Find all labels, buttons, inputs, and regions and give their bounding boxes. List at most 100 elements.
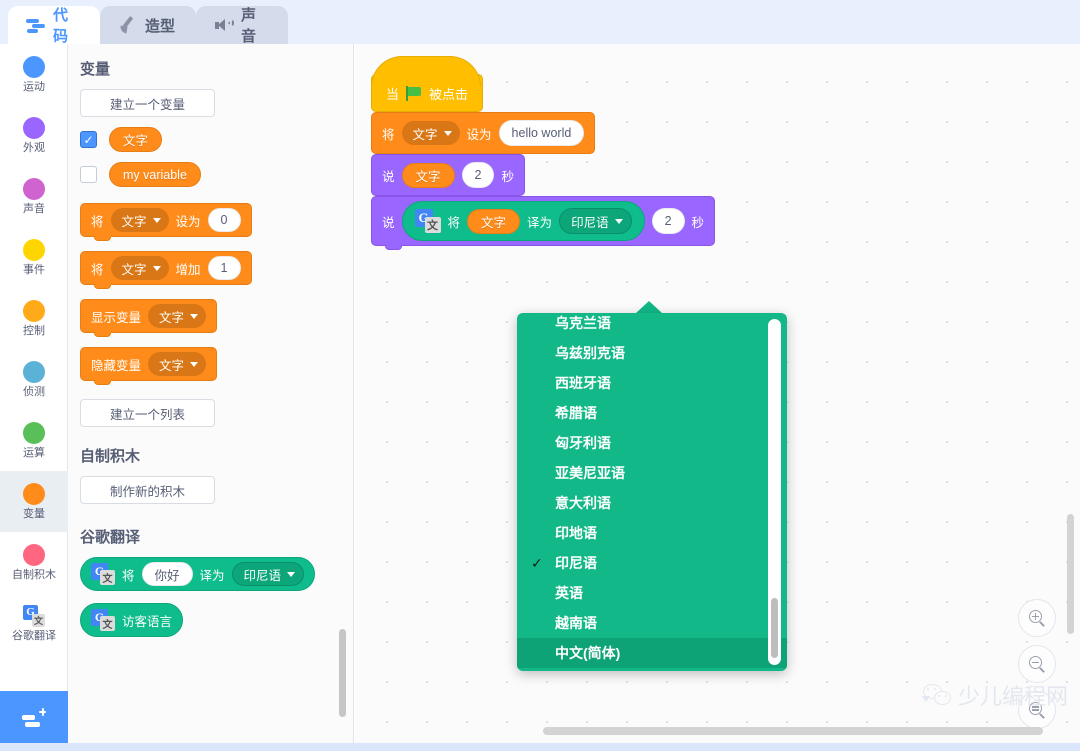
language-menu-item-label: 越南语 [555, 615, 597, 631]
category-operators[interactable]: 运算 [0, 410, 68, 471]
script-block-say-translate-for-seconds[interactable]: 说 G 文 将 文字 译为 印尼语 2 秒 [371, 196, 716, 250]
translate-text-input[interactable]: 你好 [141, 562, 193, 586]
language-menu-item[interactable]: 乌克兰语 [517, 313, 787, 338]
language-dropdown-menu[interactable]: 乌克兰语 乌兹别克语 西班牙语 希腊语 匈牙利语 亚美尼亚语 意大利语 印地语 … [517, 313, 787, 671]
workspace-vertical-scrollbar[interactable] [1067, 514, 1074, 634]
palette-scrollbar[interactable] [339, 629, 346, 717]
category-control[interactable]: 控制 [0, 288, 68, 349]
category-motion[interactable]: 运动 [0, 44, 68, 105]
language-menu-scroll-thumb[interactable] [771, 598, 778, 658]
category-variables[interactable]: 变量 [0, 471, 68, 532]
language-menu-item[interactable]: 乌兹别克语 [517, 338, 787, 368]
palette-block-viewer-language[interactable]: G 文 访客语言 [80, 603, 184, 637]
category-sidebar: 运动 外观 声音 事件 控制 侦测 运算 变量 自制积木 G 文 谷歌翻译 [0, 44, 68, 751]
script-block-set-variable[interactable]: 将 文字 设为 hello world [371, 112, 596, 154]
make-variable-button[interactable]: 建立一个变量 [80, 89, 215, 117]
show-variable-dropdown[interactable]: 文字 [148, 304, 207, 328]
viewer-language-label: 访客语言 [122, 614, 173, 629]
code-workspace[interactable]: 当 被点击 将 文字 设为 hello world 说 文字 2 秒 说 G 文… [355, 44, 1080, 751]
add-extension-button[interactable] [0, 691, 68, 751]
language-menu-item[interactable]: 印地语 [517, 518, 787, 548]
palette-block-translate[interactable]: G 文 将 你好 译为 印尼语 [80, 557, 316, 591]
zoom-in-button[interactable] [1018, 599, 1056, 637]
language-menu-item-highlighted[interactable]: 中文(简体) [517, 638, 787, 668]
category-control-dot [23, 299, 45, 322]
language-menu-item-label: 亚美尼亚语 [555, 465, 625, 481]
set-variable-value: 文字 [121, 214, 147, 229]
set-value-input[interactable]: 0 [207, 208, 241, 232]
category-google-translate[interactable]: G 文 谷歌翻译 [0, 593, 68, 654]
script-translate-variable[interactable]: 文字 [467, 208, 521, 234]
category-looks[interactable]: 外观 [0, 105, 68, 166]
script-block-say-for-seconds[interactable]: 说 文字 2 秒 [371, 154, 525, 196]
category-sensing[interactable]: 侦测 [0, 349, 68, 410]
workspace-horizontal-scrollbar[interactable] [543, 727, 1043, 735]
translate-mid-label: 译为 [199, 568, 225, 583]
code-icon [26, 16, 45, 35]
variable-checkbox-text[interactable] [80, 131, 97, 148]
language-menu-item-selected[interactable]: ✓ 印尼语 [517, 548, 787, 578]
script-set-variable-dropdown[interactable]: 文字 [401, 121, 460, 145]
language-menu-item-label: 英语 [555, 585, 583, 601]
chevron-down-icon [614, 218, 623, 224]
script-translate-prefix: 将 [447, 215, 461, 230]
language-menu-item-label: 西班牙语 [555, 375, 611, 391]
tab-costume[interactable]: 造型 [100, 6, 196, 44]
category-sound-label: 声音 [23, 202, 45, 215]
language-menu-item[interactable]: 亚美尼亚语 [517, 458, 787, 488]
script-say-seconds-input[interactable]: 2 [461, 162, 495, 188]
category-my-blocks-dot [23, 543, 45, 566]
language-menu-item[interactable]: 意大利语 [517, 488, 787, 518]
make-block-button[interactable]: 制作新的积木 [80, 476, 215, 504]
palette-block-show-variable[interactable]: 显示变量 文字 [80, 299, 218, 337]
variable-checkbox-myvariable[interactable] [80, 166, 97, 183]
palette-block-hide-variable[interactable]: 隐藏变量 文字 [80, 347, 218, 385]
check-icon: ✓ [531, 554, 543, 571]
block-palette[interactable]: 变量 建立一个变量 文字 my variable 将 文字 设为 [68, 44, 354, 751]
show-variable-value: 文字 [159, 310, 185, 325]
tab-code[interactable]: 代码 [8, 6, 100, 45]
language-menu-item-label: 印尼语 [555, 555, 597, 571]
language-menu-item[interactable]: 西班牙语 [517, 368, 787, 398]
tab-code-label: 代码 [53, 7, 69, 45]
language-menu-item[interactable]: 希腊语 [517, 398, 787, 428]
set-variable-dropdown[interactable]: 文字 [110, 208, 169, 232]
script-say-variable[interactable]: 文字 [401, 162, 455, 188]
palette-section-my-blocks: 自制积木 [80, 448, 141, 465]
category-operators-label: 运算 [23, 446, 45, 459]
language-menu-item[interactable]: 匈牙利语 [517, 428, 787, 458]
script-say2-prefix: 说 [382, 215, 395, 230]
language-menu-item-label: 匈牙利语 [555, 435, 611, 451]
script-say-prefix: 说 [382, 169, 395, 184]
translate-language-dropdown[interactable]: 印尼语 [231, 562, 305, 586]
script-block-when-flag-clicked[interactable]: 当 被点击 [371, 56, 484, 112]
make-list-button[interactable]: 建立一个列表 [80, 399, 215, 427]
category-sound[interactable]: 声音 [0, 166, 68, 227]
variable-pill-myvariable[interactable]: my variable [109, 162, 201, 187]
language-menu-item-label: 意大利语 [555, 495, 611, 511]
palette-block-set-variable[interactable]: 将 文字 设为 0 [80, 203, 252, 241]
change-value-input[interactable]: 1 [207, 256, 241, 280]
script-block-translate-reporter[interactable]: G 文 将 文字 译为 印尼语 [401, 201, 645, 241]
script-say2-seconds-input[interactable]: 2 [651, 208, 685, 234]
script-set-value-input[interactable]: hello world [498, 120, 585, 146]
language-menu-item[interactable]: 越南语 [517, 608, 787, 638]
category-my-blocks[interactable]: 自制积木 [0, 532, 68, 593]
zoom-in-icon [1029, 610, 1045, 627]
language-menu-item-label: 乌兹别克语 [555, 345, 625, 361]
language-menu-item[interactable]: 英语 [517, 578, 787, 608]
tab-sound[interactable]: 声音 [196, 6, 288, 45]
category-google-translate-label: 谷歌翻译 [12, 629, 56, 642]
language-menu-scrollbar[interactable] [768, 319, 781, 665]
variable-pill-text[interactable]: 文字 [109, 127, 163, 152]
zoom-reset-button[interactable] [1018, 691, 1056, 729]
script-translate-language-dropdown[interactable]: 印尼语 [559, 208, 632, 234]
hide-variable-dropdown[interactable]: 文字 [148, 352, 207, 376]
change-variable-dropdown[interactable]: 文字 [110, 256, 169, 280]
script-say2-unit: 秒 [691, 215, 705, 230]
palette-block-change-variable[interactable]: 将 文字 增加 1 [80, 251, 252, 289]
brush-icon [118, 15, 137, 35]
category-variables-dot [23, 482, 45, 505]
category-events[interactable]: 事件 [0, 227, 68, 288]
zoom-out-button[interactable] [1018, 645, 1056, 683]
